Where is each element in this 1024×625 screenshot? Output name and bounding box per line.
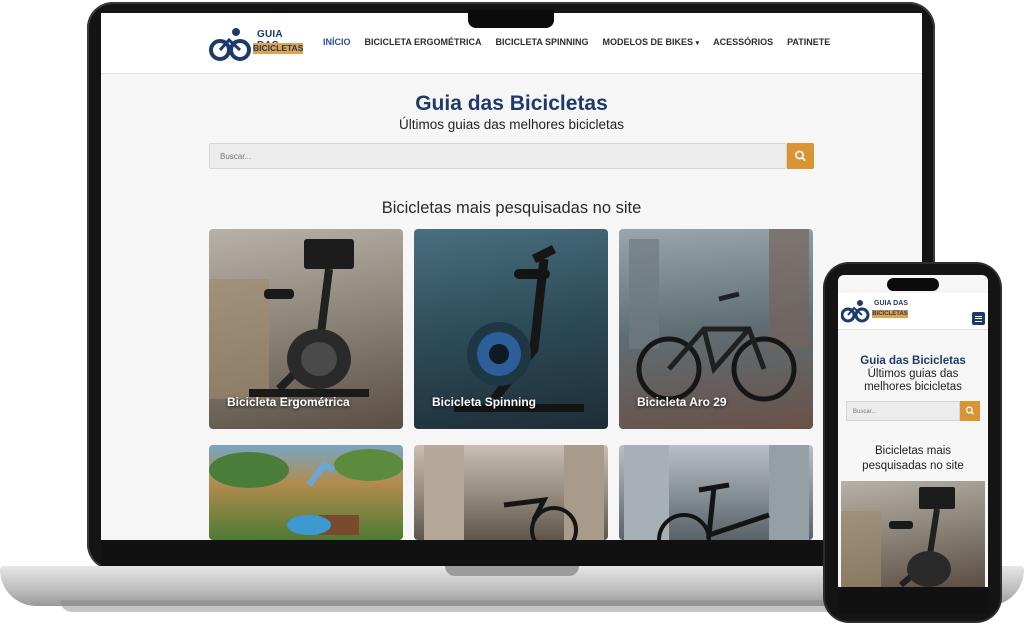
search-icon: [795, 150, 806, 162]
mobile-page-subtitle: Últimos guias das melhores bicicletas: [864, 368, 962, 393]
mobile-card-exercise-bike[interactable]: [841, 481, 985, 587]
mobile-logo-text-bottom: BICICLETAS: [872, 310, 908, 318]
mobile-site-logo[interactable]: GUIA DAS BICICLETAS: [841, 299, 913, 325]
nav-item-modelos-de-bikes[interactable]: MODELOS DE BIKES ▾: [603, 37, 700, 47]
card-kids-bike[interactable]: [209, 445, 403, 540]
nav-item-bicicleta-spinning[interactable]: BICICLETA SPINNING: [496, 37, 589, 47]
laptop-camera-notch: [468, 10, 554, 28]
mobile-logo-text-top: GUIA DAS: [874, 300, 908, 307]
card-bicicleta-aro-29[interactable]: Bicicleta Aro 29: [619, 229, 813, 429]
search-input[interactable]: Buscar...: [209, 143, 787, 169]
section-title: Bicicletas mais pesquisadas no site: [381, 199, 642, 217]
card-bicicleta-ergometrica[interactable]: Bicicleta Ergométrica: [209, 229, 403, 429]
page-subtitle: Últimos guias das melhores bicicletas: [398, 117, 625, 132]
logo-text-bottom: BICICLETAS: [253, 43, 304, 54]
laptop-base-notch: [445, 566, 579, 576]
search-icon: [965, 406, 974, 415]
nav-item-modelos-label: MODELOS DE BIKES: [602, 37, 694, 47]
electric-bike-image: [624, 445, 809, 540]
city-bike-image: [424, 445, 604, 540]
card-label: Bicicleta Spinning: [432, 395, 537, 409]
nav-item-bicicleta-ergometrica[interactable]: BICICLETA ERGOMÉTRICA: [365, 37, 482, 47]
mobile-search-button[interactable]: [960, 401, 980, 421]
mobile-header: GUIA DAS BICICLETAS: [838, 293, 988, 330]
main-nav: INÍCIO BICICLETA ERGOMÉTRICA BICICLETA S…: [323, 37, 830, 47]
search-button[interactable]: [787, 143, 814, 169]
card-city-bike[interactable]: [414, 445, 608, 540]
card-electric-bike[interactable]: [619, 445, 813, 540]
mobile-screen: GUIA DAS BICICLETAS Guia das Bicicletas …: [838, 275, 988, 587]
card-label: Bicicleta Aro 29: [637, 395, 727, 409]
nav-item-patinete[interactable]: PATINETE: [787, 37, 830, 47]
exercise-bike-image: [841, 487, 955, 587]
mobile-page-title: Guia das Bicicletas: [860, 355, 966, 367]
nav-item-inicio[interactable]: INÍCIO: [323, 37, 351, 47]
phone-dynamic-island: [887, 278, 939, 291]
card-bicicleta-spinning[interactable]: Bicicleta Spinning: [414, 229, 608, 429]
page-title: Guia das Bicicletas: [415, 92, 608, 115]
chevron-down-icon: ▾: [695, 40, 700, 47]
card-label: Bicicleta Ergométrica: [227, 395, 350, 409]
nav-item-acessorios[interactable]: ACESSÓRIOS: [713, 37, 773, 47]
desktop-screen: GUIA DAS BICICLETAS INÍCIO BICICLETA ERG…: [101, 13, 922, 540]
kids-bike-image: [209, 449, 403, 535]
site-logo[interactable]: GUIA DAS BICICLETAS: [209, 26, 305, 62]
laptop-bezel-bottom: [101, 540, 922, 566]
mobile-search-input[interactable]: Buscar...: [846, 401, 960, 421]
phone-bezel-bottom: [838, 587, 988, 613]
hamburger-menu-icon[interactable]: [972, 312, 985, 325]
cyclist-logo-icon: [841, 300, 870, 323]
cyclist-logo-icon: [209, 28, 251, 61]
mobile-section-title: Bicicletas mais pesquisadas no site: [862, 445, 964, 472]
